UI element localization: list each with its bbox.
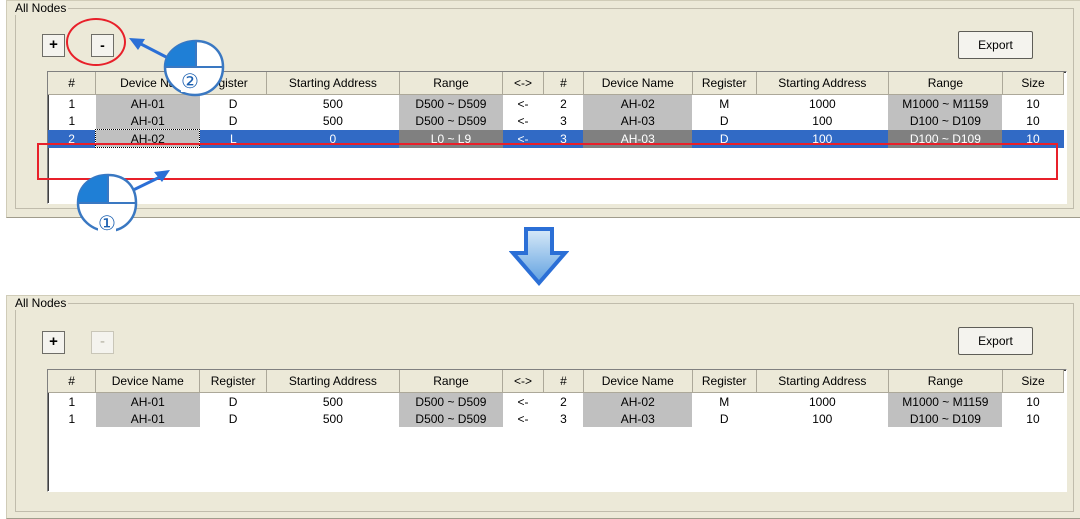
table-cell: <- [517,113,529,128]
table-cell: D [719,113,729,128]
table-cell: 3 [560,411,567,426]
column-header[interactable]: Starting Address [266,370,400,393]
nodes-table-after: # Device Name Register Starting Address Rang… [47,369,1067,492]
table-cell: 10 [1026,96,1040,111]
table-cell: D100 ~ D109 [888,410,1003,427]
column-header[interactable]: <-> [502,370,545,393]
column-header[interactable]: Range [888,370,1003,393]
table-cell: 1 [68,411,76,426]
table-cell: 10 [1026,411,1040,426]
column-header[interactable]: Size [1002,370,1065,393]
column-header[interactable]: # [543,72,584,95]
column-header[interactable]: Starting Address [756,370,889,393]
column-header[interactable]: Device Name [583,72,693,95]
table-cell: M1000 ~ M1159 [888,94,1003,112]
table-cell: M1000 ~ M1159 [888,392,1003,410]
step-2-marker: ② [181,71,199,93]
column-header[interactable]: Size [1002,72,1065,95]
table-cell: 1 [68,394,76,409]
table-cell: 500 [322,394,343,409]
group-title: All Nodes [13,296,69,310]
column-header[interactable]: Register [199,370,267,393]
column-header[interactable]: Device Name [95,370,201,393]
table-cell: 100 [812,113,833,128]
table-cell: M [719,96,730,111]
table-cell: 10 [1026,113,1040,128]
table-cell: <- [517,96,529,111]
column-header[interactable]: Register [692,72,757,95]
table-cell: 3 [560,113,567,128]
table-cell: AH-03 [583,410,693,427]
table-cell: D500 ~ D509 [399,112,503,130]
table-cell: D500 ~ D509 [399,94,503,112]
table-cell: 2 [560,394,567,409]
table-row[interactable]: 1 AH-01 D 500 D500 ~ D509 <- 3 AH-03 D 100 D100 ~ … [48,112,1064,130]
column-header[interactable]: Starting Address [756,72,889,95]
table-cell: 10 [1026,394,1040,409]
table-cell: AH-01 [95,410,200,427]
table-cell: AH-02 [583,94,693,112]
table-cell: D500 ~ D509 [399,392,503,410]
add-node-button[interactable]: + [42,331,65,354]
column-header[interactable]: Register [692,370,757,393]
table-cell: 500 [322,411,343,426]
export-button[interactable]: Export [958,327,1033,355]
column-header[interactable]: <-> [502,72,545,95]
step-1-marker: ① [98,213,116,235]
mouse-icon [129,38,225,97]
table-cell: 1 [68,113,76,128]
selected-row-highlight [37,143,1058,180]
table-cell: D [228,411,238,426]
mouse-icon [76,170,170,233]
table-cell: D100 ~ D109 [888,112,1003,130]
table-cell: AH-02 [583,392,693,410]
table-cell: 1 [68,96,76,111]
remove-button-highlight-circle [66,18,126,66]
column-header[interactable]: Device Name [583,370,693,393]
column-header[interactable]: Range [399,72,504,95]
column-header[interactable]: Range [399,370,504,393]
column-header[interactable]: # [543,370,584,393]
table-cell: 1000 [808,394,836,409]
table-row[interactable]: 1 AH-01 D 500 D500 ~ D509 <- 3 AH-03 D 100 D100 ~ … [48,410,1064,427]
table-cell: D [719,411,729,426]
down-arrow-icon [509,227,569,287]
table-cell: 100 [812,411,833,426]
column-header[interactable]: Starting Address [266,72,400,95]
table-cell: 500 [322,113,343,128]
table-cell: 2 [560,96,567,111]
export-button[interactable]: Export [958,31,1033,59]
table-cell: <- [517,411,529,426]
table-cell: M [719,394,730,409]
all-nodes-panel-after: All Nodes + - Export # Device Name Registe… [6,295,1080,519]
table-cell: 1000 [808,96,836,111]
group-title: All Nodes [13,1,69,15]
column-header[interactable]: # [48,370,97,393]
table-cell: D500 ~ D509 [399,410,503,427]
table-cell: <- [517,394,529,409]
table-cell: 500 [322,96,343,111]
table-cell: AH-01 [95,112,200,130]
column-header[interactable]: # [48,72,97,95]
add-node-button[interactable]: + [42,34,65,57]
table-cell: AH-01 [95,392,200,410]
table-cell: D [228,113,238,128]
table-row[interactable]: 1 AH-01 D 500 D500 ~ D509 <- 2 AH-02 M 1000 M1000 … [48,392,1064,410]
table-cell: D [228,394,238,409]
table-cell: AH-03 [583,112,693,130]
column-header[interactable]: Range [888,72,1003,95]
remove-node-button[interactable]: - [91,331,114,354]
